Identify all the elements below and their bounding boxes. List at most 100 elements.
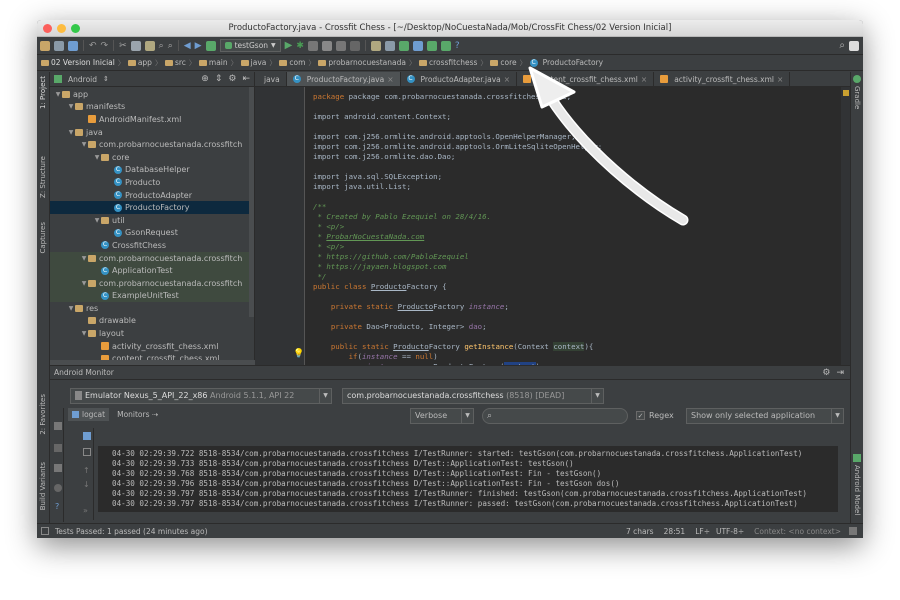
tree-row[interactable]: ▼ java <box>50 126 254 139</box>
tree-row[interactable]: C ApplicationTest <box>50 264 254 277</box>
save-icon[interactable] <box>54 40 64 51</box>
tree-row[interactable]: ▼ app <box>50 88 254 101</box>
tree-row[interactable]: ▼ core <box>50 151 254 164</box>
breadcrumb-item[interactable]: main <box>198 58 228 67</box>
regex-checkbox[interactable]: ✓ <box>636 411 645 420</box>
vertical-scrollbar[interactable] <box>249 87 254 317</box>
close-tab-icon[interactable]: × <box>777 75 783 84</box>
close-tab-icon[interactable]: × <box>504 75 510 84</box>
clear-logcat-icon[interactable] <box>83 432 91 440</box>
tree-row[interactable]: C ProductoAdapter <box>50 189 254 202</box>
chevron-down-icon[interactable]: ▼ <box>93 154 101 161</box>
chevron-down-icon[interactable]: ▼ <box>80 141 88 148</box>
warning-indicator-icon[interactable] <box>843 90 849 96</box>
favorites-tool-button[interactable]: 2: Favorites <box>39 394 47 435</box>
help-icon[interactable]: ? <box>55 502 59 511</box>
file-encoding[interactable]: UTF-8÷ <box>716 527 744 536</box>
chevron-down-icon[interactable]: ⇕ <box>103 75 109 83</box>
lock-icon[interactable] <box>849 527 857 535</box>
breadcrumb-item[interactable]: probarnocuestanada <box>318 58 406 67</box>
status-message[interactable]: Tests Passed: 1 passed (24 minutes ago) <box>55 527 208 536</box>
monitors-tab[interactable]: Monitors ⇢ <box>117 410 158 419</box>
screen-record-icon[interactable] <box>54 444 62 452</box>
back-icon[interactable]: ◀ <box>184 41 191 51</box>
copy-icon[interactable] <box>130 40 141 51</box>
tree-row[interactable]: C ExampleUnitTest <box>50 289 254 303</box>
gradle-tool-button[interactable]: Gradle <box>853 86 861 109</box>
captures-tool-button[interactable]: Captures <box>39 222 47 253</box>
sync-icon[interactable] <box>68 40 78 51</box>
tree-row[interactable]: ▼ com.probarnocuestanada.crossfitch <box>50 138 254 151</box>
chevron-down-icon[interactable]: ▼ <box>67 129 75 136</box>
chevron-down-icon[interactable]: ▼ <box>67 103 75 110</box>
attach-debugger-icon[interactable] <box>307 40 318 51</box>
up-icon[interactable]: ↑ <box>83 466 90 475</box>
tree-row[interactable]: activity_crossfit_chess.xml <box>50 340 254 353</box>
logcat-search-input[interactable]: ⌕ <box>482 408 628 424</box>
code-content[interactable]: package package com.probarnocuestanada.c… <box>313 92 602 372</box>
close-tab-icon[interactable]: × <box>641 75 647 84</box>
logcat-tab[interactable]: logcat <box>68 408 110 421</box>
build-variants-tool-button[interactable]: Build Variants <box>39 462 47 510</box>
paste-icon[interactable] <box>144 40 155 51</box>
tree-row[interactable]: drawable <box>50 315 254 328</box>
open-folder-icon[interactable] <box>40 40 50 51</box>
terminate-icon[interactable] <box>54 484 62 492</box>
breadcrumb-item[interactable]: 02 Version Inicial <box>41 58 115 67</box>
tree-row[interactable]: ▼ layout <box>50 327 254 340</box>
filter-select[interactable]: Show only selected application ▼ <box>686 408 844 424</box>
debug-icon[interactable]: ✱ <box>296 41 304 51</box>
context-indicator[interactable]: Context: <no context> <box>754 527 841 536</box>
sync-scroll-icon[interactable]: ⊕ <box>201 74 209 84</box>
editor-tab[interactable]: C ProductoFactory.java × <box>286 72 401 86</box>
editor-tab[interactable]: C ProductoAdapter.java × <box>401 72 518 86</box>
project-view-select[interactable]: Android <box>68 75 97 84</box>
structure-tool-button[interactable]: Z: Structure <box>39 156 47 198</box>
process-select[interactable]: com.probarnocuestanada.crossfitchess (85… <box>342 388 604 404</box>
minimize-window-button[interactable] <box>57 24 66 33</box>
android-icon[interactable] <box>440 40 451 51</box>
caret-position[interactable]: 28:51 <box>664 527 686 536</box>
run-icon[interactable]: ▶ <box>285 40 293 51</box>
sdk-manager-icon[interactable] <box>384 40 395 51</box>
editor-tab[interactable]: content_crossfit_chess.xml × <box>517 72 655 86</box>
chevron-down-icon[interactable]: ▼ <box>93 217 101 224</box>
breadcrumb-item[interactable]: java <box>240 58 266 67</box>
gear-icon[interactable]: ⚙ <box>822 368 830 378</box>
breadcrumb-item[interactable]: core <box>490 58 517 67</box>
down-icon[interactable]: ↓ <box>83 480 90 489</box>
tree-row[interactable]: ▼ com.probarnocuestanada.crossfitch <box>50 276 254 290</box>
coverage-icon[interactable] <box>321 40 332 51</box>
breadcrumb-item[interactable]: crossfitchess <box>418 58 477 67</box>
close-tab-icon[interactable]: × <box>387 75 393 84</box>
find-icon[interactable]: ⌕ <box>159 41 164 51</box>
cut-icon[interactable]: ✂ <box>119 41 127 51</box>
zoom-window-button[interactable] <box>71 24 80 33</box>
chevron-down-icon[interactable]: ▼ <box>80 280 88 287</box>
close-window-button[interactable] <box>43 24 52 33</box>
tree-row[interactable]: ▼ com.probarnocuestanada.crossfitch <box>50 251 254 265</box>
hide-panel-icon[interactable]: ⇤ <box>242 74 250 84</box>
tree-row[interactable]: C GsonRequest <box>50 227 254 240</box>
project-structure-icon[interactable] <box>370 40 381 51</box>
android-model-tool-button[interactable]: Android Model <box>853 465 861 515</box>
redo-icon[interactable]: ↷ <box>101 41 109 51</box>
avd-manager-icon[interactable] <box>412 40 423 51</box>
android-device-monitor-icon[interactable] <box>426 40 437 51</box>
tree-row[interactable]: C ProductoFactory <box>50 201 254 214</box>
device-select[interactable]: Emulator Nexus_5_API_22_x86 Android 5.1.… <box>70 388 332 404</box>
tree-row[interactable]: ▼ res <box>50 302 254 315</box>
tree-row[interactable]: C CrossfitChess <box>50 239 254 252</box>
replace-icon[interactable]: ⌕ <box>168 41 173 51</box>
lightbulb-icon[interactable]: 💡 <box>293 349 304 359</box>
help-icon[interactable]: ? <box>455 41 460 51</box>
search-everywhere-icon[interactable]: ⌕ <box>839 40 845 51</box>
log-level-select[interactable]: Verbose ▼ <box>410 408 474 424</box>
editor-tab[interactable]: java <box>255 72 287 86</box>
tree-row[interactable]: C DatabaseHelper <box>50 164 254 177</box>
line-separator[interactable]: LF÷ <box>695 527 710 536</box>
breadcrumb-item[interactable]: app <box>127 58 152 67</box>
presentation-icon[interactable] <box>849 40 859 51</box>
gear-icon[interactable]: ⚙ <box>228 74 236 84</box>
screenshot-icon[interactable] <box>54 422 62 430</box>
